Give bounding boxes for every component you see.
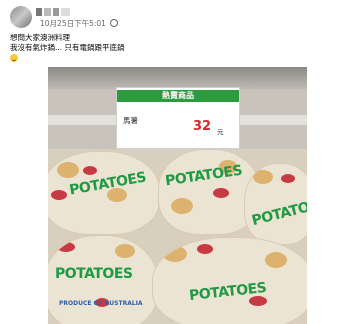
post-caption: 想問大家澳洲料理 我沒有氣炸鍋... 只有電鍋跟平底鍋 — [10, 33, 345, 65]
post-photo[interactable]: 熱賣商品 馬薯 32 元 POTATOES POTATOES POTATOES … — [48, 67, 307, 324]
post-header: 10月25日下午5:01 — [10, 6, 345, 30]
timestamp-text: 10月25日下午5:01 — [40, 19, 106, 28]
potato-bag: POTATOES — [244, 163, 307, 245]
author-name-pixelated[interactable] — [36, 6, 76, 18]
price-tag-price: 32 — [193, 119, 212, 134]
price-tag-unit: 元 — [217, 128, 224, 136]
price-tag: 熱賣商品 馬薯 32 元 — [116, 87, 240, 149]
post-timestamp[interactable]: 10月25日下午5:01 — [40, 18, 119, 29]
caption-line-1: 想問大家澳洲料理 — [10, 33, 70, 42]
bag-label: POTATOES — [55, 266, 133, 282]
bag-label: POTATOES — [164, 162, 244, 190]
bag-label: POTATOES — [250, 194, 307, 230]
avatar[interactable] — [10, 6, 32, 28]
potato-bag: POTATOES — [48, 151, 160, 235]
price-tag-header: 熱賣商品 — [117, 90, 239, 102]
price-tag-product: 馬薯 — [123, 116, 138, 125]
globe-icon — [110, 19, 119, 27]
potato-bags: POTATOES POTATOES POTATOES POTATOES PROD… — [48, 149, 307, 324]
feed-post: 10月25日下午5:01 想問大家澳洲料理 我沒有氣炸鍋... 只有電鍋跟平底鍋… — [0, 0, 355, 324]
smile-emoji-icon — [10, 54, 18, 62]
bag-origin-label: PRODUCE OF AUSTRALIA — [59, 300, 143, 307]
shelf-background — [48, 67, 307, 89]
potato-bag: POTATOES PRODUCE OF AUSTRALIA — [48, 235, 158, 324]
caption-line-2: 我沒有氣炸鍋... 只有電鍋跟平底鍋 — [10, 43, 125, 52]
potato-bag: POTATOES — [152, 237, 307, 324]
